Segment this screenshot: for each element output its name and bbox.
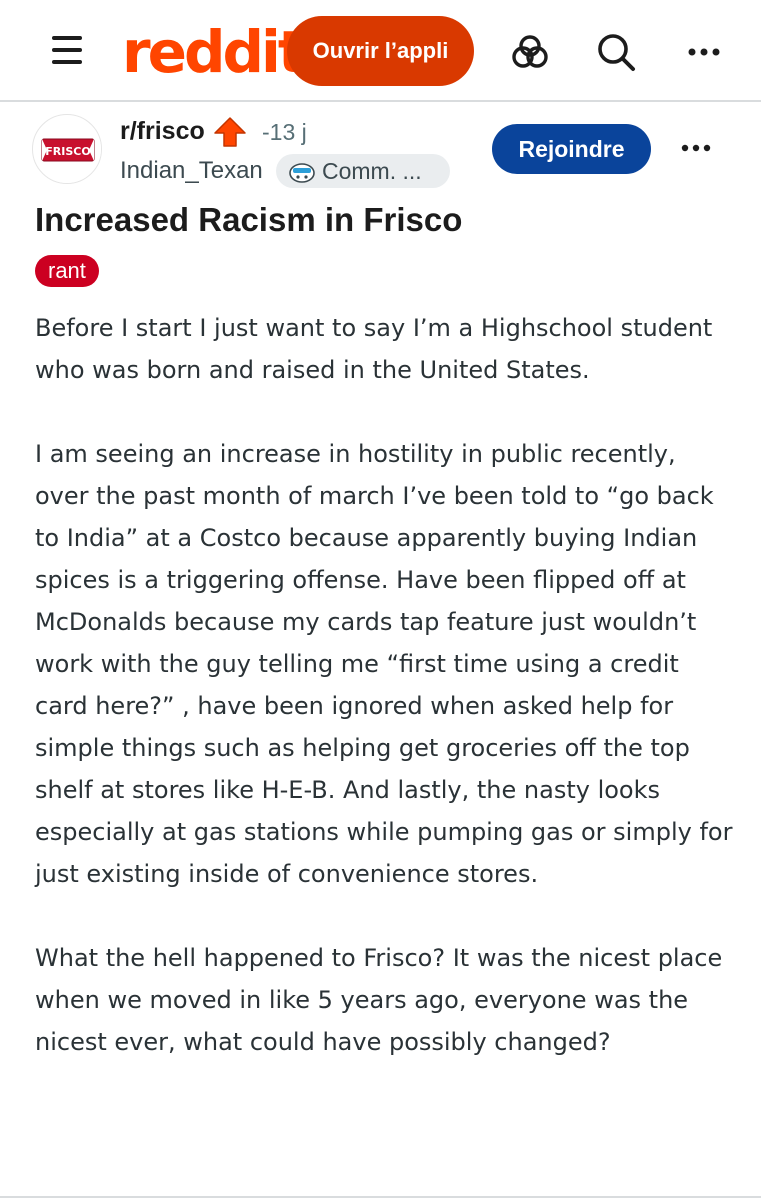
post-paragraph: What the hell happened to Frisco? It was… [35, 944, 723, 1056]
upvote-arrow-icon [212, 116, 248, 148]
post-more-icon[interactable] [680, 136, 712, 160]
reddit-logo[interactable]: reddit [122, 14, 306, 90]
user-flair: Comm. ... [276, 154, 450, 188]
post-paragraph: Before I start I just want to say I’m a … [35, 314, 713, 384]
more-options-icon[interactable] [684, 30, 728, 74]
post-title: Increased Racism in Frisco [35, 201, 463, 238]
reddit-post-page: reddit Ouvrir l’appli FRISCO r/frisco -1… [0, 0, 761, 1200]
subreddit-avatar[interactable]: FRISCO [32, 114, 102, 184]
post-flair-tag[interactable]: rant [35, 255, 99, 287]
divider [0, 1196, 761, 1198]
user-flair-text: Comm. ... [322, 158, 422, 184]
user-flair-icon [288, 159, 316, 183]
post-paragraph: I am seeing an increase in hostility in … [35, 440, 733, 888]
join-button[interactable]: Rejoindre [492, 124, 651, 174]
menu-icon[interactable] [46, 30, 92, 70]
top-bar: reddit Ouvrir l’appli [0, 0, 761, 102]
open-app-button[interactable]: Ouvrir l’appli [287, 16, 474, 86]
search-icon[interactable] [594, 30, 638, 74]
author-username[interactable]: Indian_Texan [120, 154, 263, 188]
subreddit-name[interactable]: r/frisco [120, 114, 205, 148]
post-age: -13 j [262, 119, 307, 145]
post-body: Before I start I just want to say I’m a … [35, 307, 735, 1105]
explore-icon[interactable] [508, 30, 552, 74]
subreddit-avatar-text: FRISCO [45, 145, 90, 158]
